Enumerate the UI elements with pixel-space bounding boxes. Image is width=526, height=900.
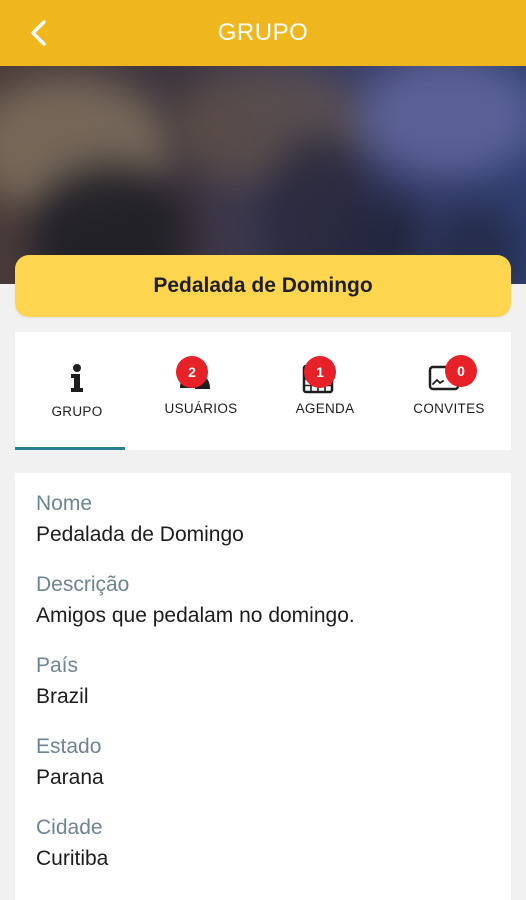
field-cidade: Cidade Curitiba — [36, 814, 490, 895]
chevron-left-icon — [31, 20, 46, 46]
field-label: Descrição — [36, 573, 130, 596]
group-name: Pedalada de Domingo — [153, 274, 373, 297]
field-value: Curitiba — [36, 847, 109, 870]
tab-convites[interactable]: 0 CONVITES — [387, 332, 511, 450]
tab-agenda[interactable]: 1 AGENDA — [263, 332, 387, 450]
tab-label: USUÁRIOS — [164, 401, 238, 416]
users-count-badge: 2 — [176, 356, 208, 388]
tab-label: AGENDA — [295, 401, 355, 416]
field-value: Brazil — [36, 685, 89, 708]
field-nome: Nome Pedalada de Domingo — [36, 490, 490, 571]
info-icon — [71, 364, 83, 392]
group-details-card: Nome Pedalada de Domingo Descrição Amigo… — [15, 473, 511, 900]
back-button[interactable] — [22, 16, 56, 50]
app-bar: GRUPO — [0, 0, 526, 66]
tab-grupo[interactable]: GRUPO — [15, 332, 139, 450]
invites-count-badge: 0 — [445, 355, 477, 387]
field-label: País — [36, 654, 79, 677]
field-value: Pedalada de Domingo — [36, 523, 244, 546]
active-tab-indicator — [15, 447, 125, 450]
tab-usuarios[interactable]: 2 USUÁRIOS — [139, 332, 263, 450]
tab-label: CONVITES — [413, 401, 485, 416]
group-name-banner: Pedalada de Domingo — [15, 255, 511, 317]
group-cover-image — [0, 66, 526, 284]
group-tabs: GRUPO 2 USUÁRIOS 1 AGENDA 0 CONVITES — [15, 332, 511, 450]
field-label: Nome — [36, 492, 93, 515]
field-label: Cidade — [36, 816, 103, 839]
field-label: Estado — [36, 735, 102, 758]
field-estado: Estado Parana — [36, 733, 490, 814]
agenda-count-badge: 1 — [304, 356, 336, 388]
page-title: GRUPO — [217, 19, 309, 46]
field-descricao: Descrição Amigos que pedalam no domingo. — [36, 571, 490, 652]
field-value: Amigos que pedalam no domingo. — [36, 604, 355, 627]
field-pais: País Brazil — [36, 652, 490, 733]
tab-label: GRUPO — [51, 404, 103, 419]
field-value: Parana — [36, 766, 104, 789]
